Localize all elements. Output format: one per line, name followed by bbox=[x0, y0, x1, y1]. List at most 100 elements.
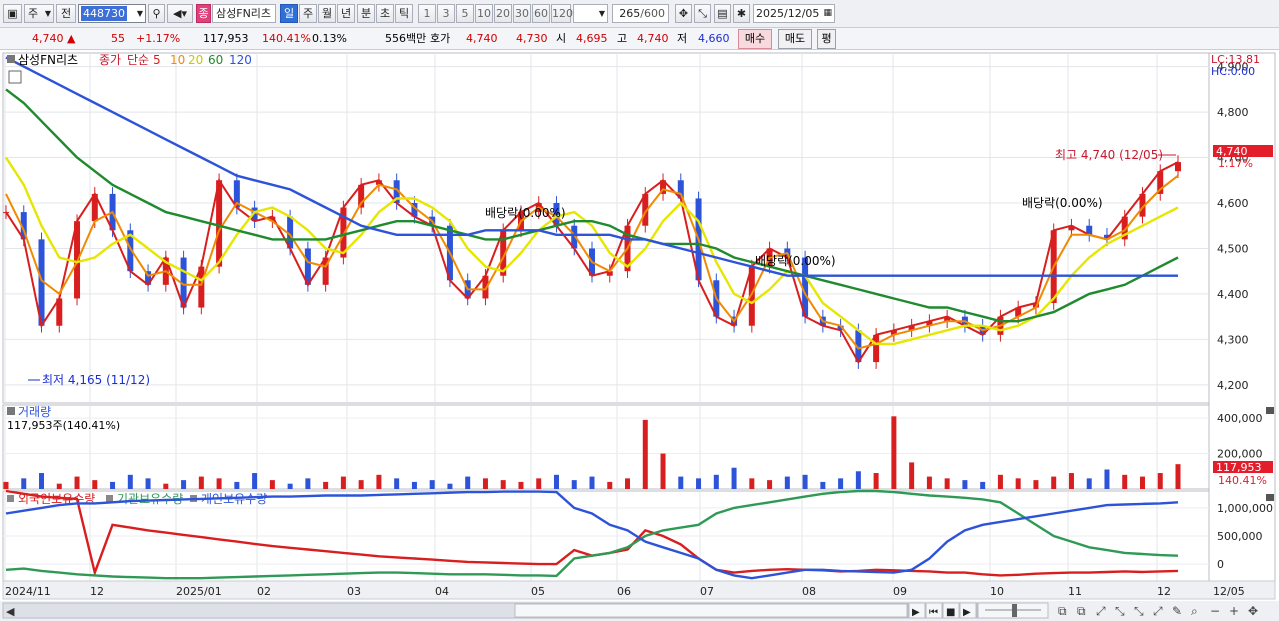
bottom-tool-icon: ⧉ bbox=[1077, 604, 1086, 618]
x-axis-label: 10 bbox=[990, 585, 1004, 598]
bottom-tool-icon: + bbox=[1229, 604, 1239, 618]
volume-bar bbox=[1068, 473, 1074, 489]
volume-bar bbox=[855, 471, 861, 489]
volume-bar bbox=[92, 480, 98, 489]
price-tick-label: 4,800 bbox=[1217, 106, 1249, 119]
volume-bar bbox=[571, 480, 577, 489]
scrollbar-thumb bbox=[514, 603, 908, 618]
bottom-tool-icon: ⤡ bbox=[1134, 604, 1144, 618]
volume-tick-label: 200,000 bbox=[1217, 448, 1263, 461]
volume-bar bbox=[429, 480, 435, 489]
volume-bar bbox=[181, 480, 187, 489]
holdings-legend-icon bbox=[7, 495, 14, 502]
x-axis-label: 02 bbox=[257, 585, 271, 598]
max-price-label: 최고 4,740 (12/05) bbox=[1055, 148, 1163, 162]
volume-bar bbox=[536, 478, 542, 489]
volume-bar bbox=[39, 473, 45, 489]
volume-bar bbox=[74, 476, 80, 489]
volume-bar bbox=[376, 474, 382, 489]
volume-bar bbox=[340, 476, 346, 489]
bottom-tool-icon: ⧉ bbox=[1058, 604, 1067, 618]
bottom-tool-icon: ⤢ bbox=[1152, 604, 1163, 618]
volume-bar bbox=[465, 476, 471, 489]
volume-bar bbox=[642, 419, 648, 489]
x-axis-label: 09 bbox=[893, 585, 907, 598]
volume-bar bbox=[287, 483, 293, 489]
volume-bar bbox=[784, 476, 790, 489]
price-tick-label: 4,500 bbox=[1217, 242, 1249, 255]
legend-ma-10: 10 bbox=[170, 53, 185, 67]
volume-bar bbox=[198, 476, 204, 489]
volume-bar bbox=[127, 474, 133, 489]
bottom-tool-icon: ⌕ bbox=[1191, 604, 1198, 618]
volume-title: 거래량 bbox=[18, 405, 51, 419]
hc-label: HC:0.00 bbox=[1211, 65, 1255, 78]
volume-bar bbox=[411, 481, 417, 489]
x-axis-label: 03 bbox=[347, 585, 361, 598]
x-axis-label: 12/05 bbox=[1213, 585, 1245, 598]
volume-panel-close-icon bbox=[1266, 407, 1274, 414]
volume-bar bbox=[269, 480, 275, 489]
volume-bar bbox=[110, 481, 116, 489]
volume-value-label: 117,953주(140.41%) bbox=[7, 419, 120, 432]
volume-bar bbox=[305, 478, 311, 489]
dividend-label: 배당락(0.00%) bbox=[755, 254, 836, 268]
scroll-left-icon: ◀ bbox=[6, 605, 15, 618]
volume-bar bbox=[252, 473, 258, 489]
min-price-label: 최저 4,165 (11/12) bbox=[42, 373, 150, 387]
legend-simple: 단순 bbox=[127, 53, 149, 67]
volume-bar bbox=[1104, 469, 1110, 489]
volume-bar bbox=[749, 478, 755, 489]
volume-bar bbox=[909, 462, 915, 489]
volume-bar bbox=[607, 481, 613, 489]
volume-bar bbox=[553, 474, 559, 489]
volume-bar bbox=[820, 481, 826, 489]
holdings-panel-close-icon bbox=[1266, 494, 1274, 501]
legend-close: 종가 bbox=[99, 53, 121, 67]
volume-bar bbox=[1122, 474, 1128, 489]
x-axis-label: 2025/01 bbox=[176, 585, 222, 598]
x-axis-label: 05 bbox=[531, 585, 545, 598]
legend-stock-name: 삼성FN리츠 bbox=[18, 53, 78, 67]
volume-bar bbox=[1015, 478, 1021, 489]
playback-icon: ▶ bbox=[912, 607, 920, 618]
volume-bar bbox=[145, 478, 151, 489]
bottom-tool-icon: ⤢ bbox=[1095, 604, 1106, 618]
stock-chart-window: ▣ 주 ▼ 전 448730 ▼ ⚲ ◀▾ 종 삼성FN리츠 일 주 월 년 분 … bbox=[0, 0, 1279, 621]
dividend-label: 배당락(0.00%) bbox=[1022, 196, 1103, 210]
legend-ma-5: 5 bbox=[153, 53, 161, 67]
volume-bar bbox=[1033, 480, 1039, 489]
volume-bar bbox=[447, 483, 453, 489]
volume-bar bbox=[980, 481, 986, 489]
volume-bar bbox=[873, 473, 879, 489]
price-tick-label: 4,300 bbox=[1217, 333, 1249, 346]
volume-bar bbox=[56, 483, 62, 489]
volume-bar bbox=[696, 478, 702, 489]
volume-bar bbox=[518, 481, 524, 489]
holdings-tick-label: 500,000 bbox=[1217, 530, 1263, 543]
playback-icon: ▶ bbox=[963, 607, 971, 618]
volume-bar bbox=[1086, 478, 1092, 489]
volume-tick-label: 400,000 bbox=[1217, 412, 1263, 425]
legend-ma-60: 60 bbox=[208, 53, 223, 67]
volume-bar bbox=[802, 474, 808, 489]
bottom-tool-icon: ✎ bbox=[1172, 604, 1182, 618]
x-axis-label: 12 bbox=[1157, 585, 1171, 598]
volume-bar bbox=[358, 480, 364, 489]
volume-bar bbox=[500, 480, 506, 489]
volume-current-pct: 140.41% bbox=[1218, 474, 1267, 487]
x-axis-label: 12 bbox=[90, 585, 104, 598]
volume-bar bbox=[21, 478, 27, 489]
legend-ma-120: 120 bbox=[229, 53, 252, 67]
chart-canvas: 4,9004,8004,7004,6004,5004,4004,3004,200… bbox=[0, 52, 1279, 621]
volume-bar bbox=[1175, 464, 1181, 489]
x-axis-label: 07 bbox=[700, 585, 714, 598]
volume-current-value: 117,953 bbox=[1216, 461, 1262, 474]
volume-bar bbox=[234, 481, 240, 489]
holdings-legend-icon bbox=[106, 495, 113, 502]
volume-legend-icon bbox=[7, 407, 15, 415]
volume-bar bbox=[891, 416, 897, 489]
x-axis-label: 11 bbox=[1068, 585, 1082, 598]
holdings-tick-label: 1,000,000 bbox=[1217, 502, 1273, 515]
playback-icon: ■ bbox=[946, 607, 955, 618]
